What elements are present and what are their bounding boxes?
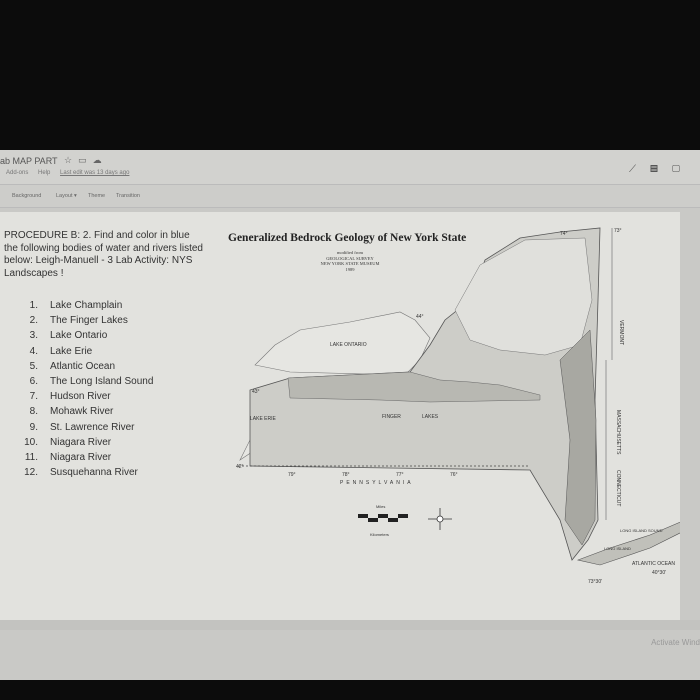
- label-lake-ontario: LAKE ONTARIO: [330, 342, 367, 348]
- label-atlantic-ocean: ATLANTIC OCEAN: [632, 561, 675, 567]
- present-icon[interactable]: ▢: [672, 164, 694, 175]
- label-lon-76: 76°: [450, 472, 458, 478]
- label-vermont: VERMONT: [618, 320, 624, 345]
- transition-button[interactable]: Transition: [116, 193, 140, 199]
- background-button[interactable]: Background: [12, 193, 41, 199]
- theme-button[interactable]: Theme: [88, 193, 105, 199]
- label-li-sound: LONG ISLAND SOUND: [620, 528, 663, 533]
- activity-icon[interactable]: ⟋: [629, 164, 650, 175]
- layout-button[interactable]: Layout ▾: [56, 193, 77, 199]
- label-miles: Miles: [376, 504, 385, 509]
- ny-geology-map: LAKE ONTARIO LAKE ERIE FINGER LAKES PENN…: [236, 227, 680, 585]
- label-long-island: LONG ISLAND: [604, 546, 631, 551]
- label-lon-73-30: 73°30': [588, 579, 602, 585]
- scale-bar: [358, 514, 408, 522]
- label-massachusetts: MASSACHUSETTS: [615, 410, 621, 455]
- menu-add-ons[interactable]: Add-ons: [6, 170, 28, 176]
- label-finger: FINGER: [382, 414, 401, 420]
- label-lon-79: 79°: [288, 472, 296, 478]
- compass-rose-icon: [428, 508, 452, 530]
- label-lon-77: 77°: [396, 472, 404, 478]
- toolbar: Background Layout ▾ Theme Transition: [0, 184, 700, 208]
- adirondack-region: [454, 237, 593, 356]
- label-lake-erie: LAKE ERIE: [250, 416, 277, 422]
- label-lon-78: 78°: [342, 472, 350, 478]
- folder-icon[interactable]: ▭: [78, 155, 93, 165]
- label-kilometers: Kilometers: [370, 532, 389, 537]
- slide-canvas[interactable]: PROCEDURE B: 2. Find and color in blue t…: [0, 212, 680, 620]
- cloud-icon[interactable]: ☁: [93, 155, 108, 165]
- last-edit-link[interactable]: Last edit was 13 days ago: [60, 170, 129, 176]
- label-lat-42: 42°: [236, 464, 244, 470]
- document-title[interactable]: ab MAP PART: [0, 156, 58, 166]
- label-connecticut: CONNECTICUT: [615, 470, 621, 506]
- label-lon-74: 74°: [560, 231, 568, 237]
- screen: ab MAP PART ☆▭☁ Add-ons Help Last edit w…: [0, 150, 700, 680]
- label-lat-44: 44°: [416, 314, 424, 320]
- label-lat-40-30: 40°30': [652, 570, 666, 576]
- speaker-notes-bar[interactable]: [0, 620, 700, 630]
- title-bar: ab MAP PART ☆▭☁ Add-ons Help Last edit w…: [0, 150, 700, 184]
- label-pennsylvania: PENNSYLVANIA: [340, 480, 414, 486]
- menu-help[interactable]: Help: [38, 170, 50, 176]
- menu-bar: Add-ons Help Last edit was 13 days ago: [6, 170, 137, 176]
- comment-icon[interactable]: ▤: [650, 164, 672, 175]
- label-lon-73: 73°: [614, 228, 622, 234]
- label-lat-43: 43°: [252, 389, 260, 395]
- activate-windows-watermark: Activate Wind: [651, 638, 700, 647]
- label-lakes: LAKES: [422, 414, 439, 420]
- star-icon[interactable]: ☆: [64, 155, 78, 165]
